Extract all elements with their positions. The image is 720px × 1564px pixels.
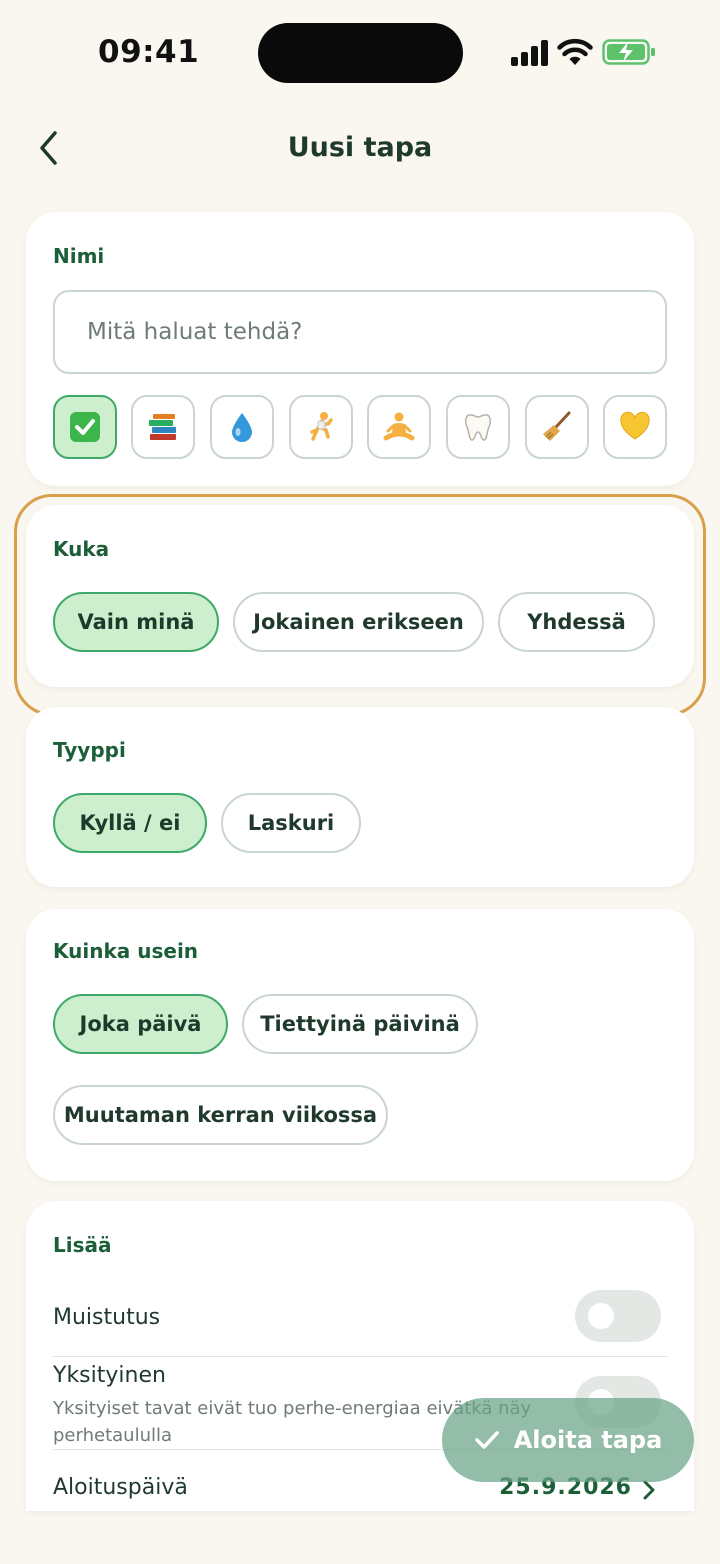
water-drop-icon [232, 413, 252, 442]
reminder-toggle[interactable] [575, 1290, 661, 1342]
start-habit-label: Aloita tapa [513, 1426, 663, 1454]
emoji-option-tooth[interactable] [446, 395, 510, 459]
type-option-yes-no[interactable]: Kyllä / ei [53, 793, 207, 853]
battery-charging-icon [602, 39, 655, 65]
status-bar: 09:41 [0, 0, 720, 104]
start-habit-button[interactable]: Aloita tapa [442, 1398, 694, 1482]
type-card: Tyyppi Kyllä / ei Laskuri [26, 707, 694, 887]
frequency-option-few-times-week[interactable]: Muutaman kerran viikossa [53, 1085, 388, 1145]
dynamic-island [258, 23, 463, 83]
emoji-picker [53, 395, 667, 459]
name-card: Nimi [26, 212, 694, 486]
emoji-option-running[interactable] [289, 395, 353, 459]
frequency-option-daily[interactable]: Joka päivä [53, 994, 228, 1054]
wifi-icon [557, 38, 593, 65]
status-time: 09:41 [98, 34, 200, 70]
books-icon [149, 414, 176, 440]
frequency-card: Kuinka usein Joka päivä Tiettyinä päivin… [26, 909, 694, 1181]
frequency-option-specific-days[interactable]: Tiettyinä päivinä [242, 994, 478, 1054]
more-section-label: Lisää [53, 1233, 112, 1257]
broom-icon [543, 411, 571, 441]
reminder-label: Muistutus [53, 1305, 161, 1330]
habit-name-input[interactable] [53, 290, 667, 374]
cellular-signal-icon [511, 40, 548, 66]
type-section-label: Tyyppi [53, 738, 126, 762]
meditation-icon [383, 412, 415, 441]
private-label: Yksityinen [53, 1363, 166, 1388]
type-option-counter[interactable]: Laskuri [221, 793, 361, 853]
frequency-section-label: Kuinka usein [53, 939, 199, 963]
emoji-option-check[interactable] [53, 395, 117, 459]
page-title: Uusi tapa [287, 132, 433, 163]
tooth-icon [464, 414, 492, 441]
chevron-right-icon[interactable] [642, 1480, 656, 1500]
emoji-option-water[interactable] [210, 395, 274, 459]
divider [53, 1356, 667, 1357]
name-section-label: Nimi [53, 244, 105, 268]
emoji-option-broom[interactable] [525, 395, 589, 459]
focus-highlight-ring [14, 494, 706, 716]
start-date-label: Aloituspäivä [53, 1475, 188, 1500]
runner-icon [310, 412, 333, 441]
check-mark-icon [70, 412, 100, 442]
yellow-heart-icon [620, 411, 650, 440]
emoji-option-books[interactable] [131, 395, 195, 459]
emoji-option-heart[interactable] [603, 395, 667, 459]
checkmark-icon [474, 1431, 499, 1449]
emoji-option-meditation[interactable] [367, 395, 431, 459]
